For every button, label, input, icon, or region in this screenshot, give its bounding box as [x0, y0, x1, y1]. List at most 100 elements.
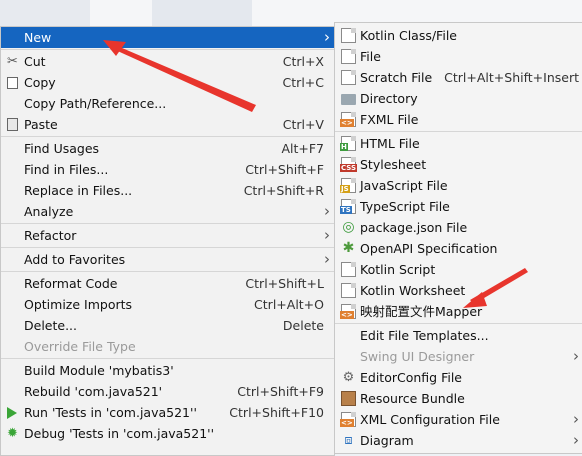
tab-placeholder [152, 0, 252, 26]
menu-item-copy[interactable]: Copy Ctrl+C [1, 72, 334, 93]
menu-item-label: Optimize Imports [24, 297, 133, 312]
menu-item-javascript-file[interactable]: JS JavaScript File [335, 175, 582, 196]
menu-item-label: OpenAPI Specification [360, 241, 498, 256]
menu-item-replace-in-files[interactable]: Replace in Files... Ctrl+Shift+R [1, 180, 334, 201]
menu-item-scratch-file[interactable]: Scratch File Ctrl+Alt+Shift+Insert [335, 67, 582, 88]
menu-item-find-usages[interactable]: Find Usages Alt+F7 [1, 138, 334, 159]
menu-item-kotlin-worksheet[interactable]: Kotlin Worksheet [335, 280, 582, 301]
shortcut-hint: Ctrl+Shift+L [245, 276, 324, 291]
menu-item-optimize-imports[interactable]: Optimize Imports Ctrl+Alt+O [1, 294, 334, 315]
scratch-file-icon [341, 70, 356, 85]
menu-separator [1, 49, 334, 50]
menu-item-label: Kotlin Script [360, 262, 436, 277]
menu-item-label: Reformat Code [24, 276, 118, 291]
menu-item-resource-bundle[interactable]: Resource Bundle [335, 388, 582, 409]
menu-item-label: Debug 'Tests in 'com.java521'' [24, 426, 215, 441]
menu-item-paste[interactable]: Paste Ctrl+V [1, 114, 334, 135]
resource-bundle-icon [341, 391, 356, 406]
menu-item-label: File [360, 49, 381, 64]
menu-item-label: Resource Bundle [360, 391, 465, 406]
menu-item-label: XML Configuration File [360, 412, 500, 427]
menu-item-reformat-code[interactable]: Reformat Code Ctrl+Shift+L [1, 273, 334, 294]
shortcut-hint: Delete [282, 318, 324, 333]
menu-item-label: Directory [360, 91, 418, 106]
menu-item-label: EditorConfig File [360, 370, 462, 385]
ts-file-icon: TS [340, 199, 356, 214]
menu-item-editorconfig-file[interactable]: ⚙ EditorConfig File [335, 367, 582, 388]
menu-item-run-tests-in-com-java521[interactable]: Run 'Tests in 'com.java521'' Ctrl+Shift+F… [1, 402, 334, 423]
scissors-icon: ✂ [7, 54, 18, 69]
menu-item-directory[interactable]: Directory [335, 88, 582, 109]
copy-icon [7, 77, 18, 89]
submenu-arrow-icon: › [573, 410, 579, 428]
menu-item-label: Cut [24, 54, 46, 69]
menu-item-label: Find in Files... [24, 162, 109, 177]
menu-item-new[interactable]: New › [1, 27, 334, 48]
shortcut-hint: Ctrl+X [282, 54, 324, 69]
menu-item-label: Stylesheet [360, 157, 427, 172]
shortcut-hint: Ctrl+Alt+Shift+Insert [444, 70, 579, 85]
menu-separator [1, 358, 334, 359]
menu-item-label: Diagram [360, 433, 414, 448]
shortcut-hint: Ctrl+Shift+F9 [237, 384, 324, 399]
debug-icon: ✹ [7, 426, 18, 441]
menu-item-typescript-file[interactable]: TS TypeScript File [335, 196, 582, 217]
menu-item-package-json-file[interactable]: ◎ package.json File [335, 217, 582, 238]
menu-item-label: FXML File [360, 112, 419, 127]
menu-item-swing-ui-designer: Swing UI Designer › [335, 346, 582, 367]
menu-item-stylesheet[interactable]: CSS Stylesheet [335, 154, 582, 175]
menu-item-label: Kotlin Class/File [360, 28, 457, 43]
shortcut-hint: Ctrl+Alt+O [254, 297, 324, 312]
menu-item-label: Rebuild 'com.java521' [24, 384, 163, 399]
menu-item-add-to-favorites[interactable]: Add to Favorites › [1, 249, 334, 270]
menu-item-label: Paste [24, 117, 58, 132]
menu-item-rebuild-com-java521[interactable]: Rebuild 'com.java521' Ctrl+Shift+F9 [1, 381, 334, 402]
menu-item-build-module-mybatis3[interactable]: Build Module 'mybatis3' [1, 360, 334, 381]
menu-item-label: Refactor [24, 228, 77, 243]
kotlin-class-icon [341, 28, 356, 43]
menu-separator [1, 136, 334, 137]
kotlin-script-icon [341, 262, 356, 277]
menu-separator [1, 247, 334, 248]
menu-item-override-file-type: Override File Type [1, 336, 334, 357]
file-icon [341, 49, 356, 64]
shortcut-hint: Ctrl+Shift+R [243, 183, 324, 198]
menu-item-find-in-files[interactable]: Find in Files... Ctrl+Shift+F [1, 159, 334, 180]
menu-separator [335, 131, 582, 132]
mapper-file-icon: <> [340, 304, 356, 319]
shortcut-hint: Alt+F7 [281, 141, 324, 156]
submenu-arrow-icon: › [573, 431, 579, 449]
submenu-arrow-icon: › [573, 347, 579, 365]
openapi-icon: ✱ [342, 240, 355, 256]
menu-item-refactor[interactable]: Refactor › [1, 225, 334, 246]
menu-item-debug-tests-in-com-java521[interactable]: ✹ Debug 'Tests in 'com.java521'' [1, 423, 334, 444]
submenu-arrow-icon: › [324, 250, 330, 268]
menu-item-fxml-file[interactable]: <> FXML File [335, 109, 582, 130]
html-file-icon: H [340, 136, 356, 151]
menu-item-openapi-specification[interactable]: ✱ OpenAPI Specification [335, 238, 582, 259]
menu-item-label: Scratch File [360, 70, 433, 85]
menu-item-html-file[interactable]: H HTML File [335, 133, 582, 154]
menu-item-kotlin-script[interactable]: Kotlin Script [335, 259, 582, 280]
menu-separator [1, 223, 334, 224]
js-file-icon: JS [340, 178, 356, 193]
menu-separator [335, 323, 582, 324]
diagram-icon: ⧈ [344, 433, 353, 448]
menu-item-label: package.json File [360, 220, 468, 235]
project-context-menu: New › ✂ Cut Ctrl+X Copy Ctrl+C Copy Path/Refere… [0, 26, 335, 456]
menu-item-cut[interactable]: ✂ Cut Ctrl+X [1, 51, 334, 72]
menu-item-mapper[interactable]: <> 映射配置文件Mapper [335, 301, 582, 322]
menu-item-copy-path-reference[interactable]: Copy Path/Reference... [1, 93, 334, 114]
paste-icon [7, 118, 18, 131]
menu-item-file[interactable]: File [335, 46, 582, 67]
menu-item-kotlin-class-file[interactable]: Kotlin Class/File [335, 25, 582, 46]
menu-item-label: JavaScript File [360, 178, 448, 193]
menu-item-xml-configuration-file[interactable]: <> XML Configuration File › [335, 409, 582, 430]
shortcut-hint: Ctrl+C [282, 75, 324, 90]
menu-item-edit-file-templates[interactable]: Edit File Templates... [335, 325, 582, 346]
menu-item-diagram[interactable]: ⧈ Diagram › [335, 430, 582, 451]
menu-item-delete[interactable]: Delete... Delete [1, 315, 334, 336]
menu-item-label: HTML File [360, 136, 420, 151]
xml-config-icon: <> [340, 412, 356, 427]
menu-item-analyze[interactable]: Analyze › [1, 201, 334, 222]
